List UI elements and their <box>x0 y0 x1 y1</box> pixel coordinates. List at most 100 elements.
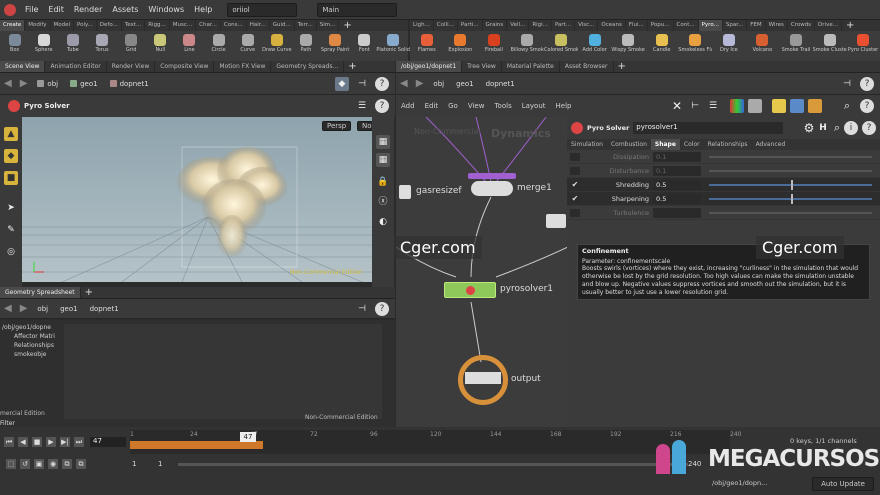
net-menu-go[interactable]: Go <box>443 102 463 110</box>
slider-handle[interactable] <box>790 179 793 190</box>
param-slider[interactable] <box>709 155 872 158</box>
tab-animation-editor[interactable]: Animation Editor <box>45 61 107 72</box>
left-shelf-tab[interactable]: Poly... <box>74 20 97 31</box>
breadcrumb-dopnet-2[interactable]: dopnet1 <box>84 305 125 313</box>
left-shelf-tab[interactable]: Terr... <box>295 20 317 31</box>
param-slider[interactable] <box>709 211 872 214</box>
param-checkbox[interactable] <box>570 152 580 161</box>
pin-icon[interactable]: ⊣ <box>355 77 369 91</box>
right-shelf-tab[interactable]: Cont... <box>674 20 699 31</box>
right-shelf-tab[interactable]: Colli... <box>434 20 458 31</box>
key-icon-5[interactable]: ⧉ <box>62 459 72 469</box>
left-tool-null[interactable]: Null <box>146 31 175 61</box>
right-shelf-tab[interactable]: Flui... <box>626 20 648 31</box>
left-shelf-tab[interactable]: Model <box>51 20 75 31</box>
right-tool-dry-ice[interactable]: Dry Ice <box>712 31 746 61</box>
help-icon[interactable]: ? <box>375 76 389 91</box>
right-shelf-tab[interactable]: Pyro... <box>698 20 723 31</box>
network-box-icon[interactable] <box>808 99 822 113</box>
node-side[interactable] <box>546 214 566 228</box>
param-value-field[interactable] <box>653 207 701 218</box>
key-icon-6[interactable]: ⧉ <box>76 459 86 469</box>
back-arrow-icon[interactable]: ◀ <box>0 78 16 89</box>
left-tool-spray-paint[interactable]: Spray Paint <box>321 31 350 61</box>
node-pyrosolver[interactable] <box>444 282 496 298</box>
tree-layout-icon[interactable]: ⊢ <box>688 99 702 113</box>
pin-icon-2[interactable]: ⊣ <box>355 302 369 316</box>
net-menu-layout[interactable]: Layout <box>517 102 551 110</box>
right-shelf-tab[interactable]: Part... <box>552 20 576 31</box>
color-palette-icon[interactable] <box>730 99 744 113</box>
left-shelf-tab[interactable]: Modify <box>25 20 51 31</box>
slider-handle[interactable] <box>790 193 793 204</box>
right-tool-add-color[interactable]: Add Color <box>578 31 612 61</box>
tab-motion-fx-view[interactable]: Motion FX View <box>214 61 272 72</box>
transform-tool-icon[interactable]: ◆ <box>4 149 18 163</box>
add-tab-button-sheet[interactable]: + <box>81 287 97 298</box>
left-tool-draw-curve[interactable]: Draw Curve <box>262 31 292 61</box>
breadcrumb-geo-2[interactable]: geo1 <box>54 305 84 313</box>
left-tool-line[interactable]: Line <box>175 31 204 61</box>
tab-geometry-spreadsheet-2[interactable]: Geometry Spreadsheet <box>0 287 81 298</box>
timeline-track[interactable]: 124477296120144168192216240 47 <box>130 430 741 454</box>
param-checkbox[interactable] <box>570 166 580 175</box>
right-tool-explosion[interactable]: Explosion <box>444 31 478 61</box>
viewport-help-icon[interactable]: ? <box>375 99 389 113</box>
net-breadcrumb-obj[interactable]: obj <box>427 80 450 88</box>
tab-composite-view[interactable]: Composite View <box>155 61 215 72</box>
param-checkbox[interactable]: ✔ <box>570 180 580 189</box>
param-slider[interactable] <box>709 179 872 190</box>
right-shelf-tab[interactable]: Grains <box>483 20 508 31</box>
left-tool-circle[interactable]: Circle <box>204 31 233 61</box>
menu-file[interactable]: File <box>20 5 43 14</box>
left-tool-torus[interactable]: Torus <box>87 31 116 61</box>
net-menu-edit[interactable]: Edit <box>420 102 444 110</box>
net-forward-arrow-icon[interactable]: ▶ <box>412 78 428 89</box>
left-tool-font[interactable]: Font <box>350 31 379 61</box>
left-shelf-tab[interactable]: Hair... <box>247 20 270 31</box>
right-tool-wispy-smoke[interactable]: Wispy Smoke <box>611 31 645 61</box>
net-pin-icon[interactable]: ⊣ <box>840 77 854 91</box>
right-shelf-tab[interactable]: Visc... <box>575 20 599 31</box>
shelf-set-dropdown[interactable]: oriiol <box>227 2 298 17</box>
sticky-note-icon[interactable] <box>772 99 786 113</box>
net-menu-tools[interactable]: Tools <box>489 102 516 110</box>
right-shelf-tab[interactable]: Crowds <box>788 20 816 31</box>
select-tool-icon[interactable]: ▲ <box>4 127 18 141</box>
left-shelf-tab[interactable]: Char... <box>196 20 221 31</box>
brush-icon[interactable]: ✎ <box>4 223 18 237</box>
tree-item[interactable]: /obj/geo1/dopne <box>0 324 62 333</box>
right-shelf-add-button[interactable]: + <box>842 20 858 31</box>
menu-help[interactable]: Help <box>189 5 217 14</box>
display-icon-2[interactable]: ▦ <box>376 153 390 167</box>
left-shelf-tab[interactable]: Defo... <box>97 20 122 31</box>
left-tool-box[interactable]: Box <box>0 31 29 61</box>
jump-end-button[interactable]: ⏭ <box>74 437 84 447</box>
menu-windows[interactable]: Windows <box>143 5 189 14</box>
left-shelf-tab[interactable]: Rigg... <box>145 20 170 31</box>
desktop-dropdown[interactable]: Main <box>317 2 398 17</box>
step-forward-button[interactable]: ▶| <box>60 437 70 447</box>
net-search-icon[interactable]: ⌕ <box>840 99 854 113</box>
tab-render-view[interactable]: Render View <box>107 61 156 72</box>
back-arrow-icon-2[interactable]: ◀ <box>0 303 16 314</box>
key-icon-2[interactable]: ↺ <box>20 459 30 469</box>
param-slider[interactable] <box>709 169 872 172</box>
forward-arrow-icon-2[interactable]: ▶ <box>16 303 32 314</box>
right-tool-billowy-smoke[interactable]: Billowy Smoke <box>510 31 544 61</box>
node-output-ring[interactable] <box>458 355 508 405</box>
view-cube-icon[interactable]: ◆ <box>335 76 349 91</box>
stop-button[interactable]: ■ <box>32 437 42 447</box>
add-tab-button[interactable]: + <box>344 61 360 72</box>
right-shelf-tab[interactable]: Vell... <box>507 20 530 31</box>
filter-label[interactable]: Filter <box>0 420 15 427</box>
step-back-button[interactable]: ◀ <box>18 437 28 447</box>
pointer-icon[interactable]: ➤ <box>4 201 18 215</box>
net-menu-help[interactable]: Help <box>551 102 577 110</box>
tab-material-palette[interactable]: Material Palette <box>502 61 560 72</box>
net-back-arrow-icon[interactable]: ◀ <box>396 78 412 89</box>
net-help-icon-2[interactable]: ? <box>860 99 874 113</box>
param-checkbox[interactable]: ✔ <box>570 194 580 203</box>
range-start[interactable]: 1 <box>132 460 136 468</box>
light-icon[interactable]: ◐ <box>376 215 390 229</box>
